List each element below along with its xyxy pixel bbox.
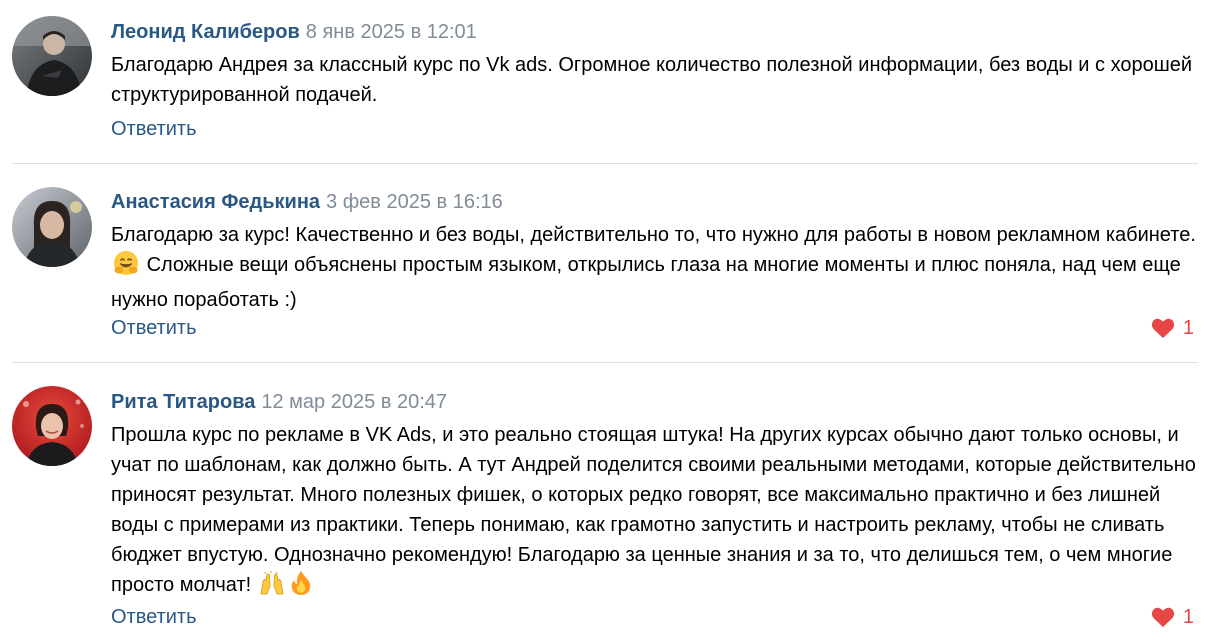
like-count: 1 <box>1182 317 1194 339</box>
user-photo-avatar <box>12 187 92 267</box>
comment-text-part: Сложные вещи объяснены простым языком, о… <box>111 254 1181 311</box>
avatar[interactable] <box>12 16 92 96</box>
comment-author[interactable]: Рита Титарова <box>111 391 255 413</box>
avatar[interactable] <box>12 187 92 267</box>
like-button[interactable]: 1 <box>1151 605 1194 629</box>
comment-divider <box>12 163 1198 164</box>
reply-button[interactable]: Ответить <box>111 605 197 629</box>
avatar[interactable] <box>12 386 92 466</box>
comment-divider <box>12 362 1198 363</box>
comment-text: Благодарю Андрея за классный курс по Vk … <box>111 54 1193 106</box>
heart-icon <box>1151 318 1175 338</box>
fire-emoji <box>289 570 313 605</box>
comment-text: Благодарю за курс! Качественно и без вод… <box>111 220 1201 315</box>
hugging-face-emoji <box>113 250 139 285</box>
comments-list: Леонид Калиберов 8 янв 2025 в 12:01 Благо… <box>0 0 1216 644</box>
user-photo-avatar <box>12 386 92 466</box>
comment-date[interactable]: 12 мар 2025 в 20:47 <box>261 391 447 413</box>
like-button[interactable]: 1 <box>1151 316 1194 340</box>
reply-button[interactable]: Ответить <box>111 117 197 141</box>
raising-hands-emoji <box>259 570 285 605</box>
heart-icon <box>1151 607 1175 627</box>
comment-author[interactable]: Леонид Калиберов <box>111 21 300 43</box>
like-count: 1 <box>1182 606 1194 628</box>
reply-button[interactable]: Ответить <box>111 316 197 340</box>
comment-text-part: Благодарю за курс! Качественно и без вод… <box>111 224 1196 246</box>
comment-date[interactable]: 3 фев 2025 в 16:16 <box>326 191 503 213</box>
comment-date[interactable]: 8 янв 2025 в 12:01 <box>306 21 477 43</box>
user-photo-avatar <box>12 16 92 96</box>
comment-author[interactable]: Анастасия Федькина <box>111 191 320 213</box>
comment-text: Прошла курс по рекламе в VK Ads, и это р… <box>111 420 1201 605</box>
